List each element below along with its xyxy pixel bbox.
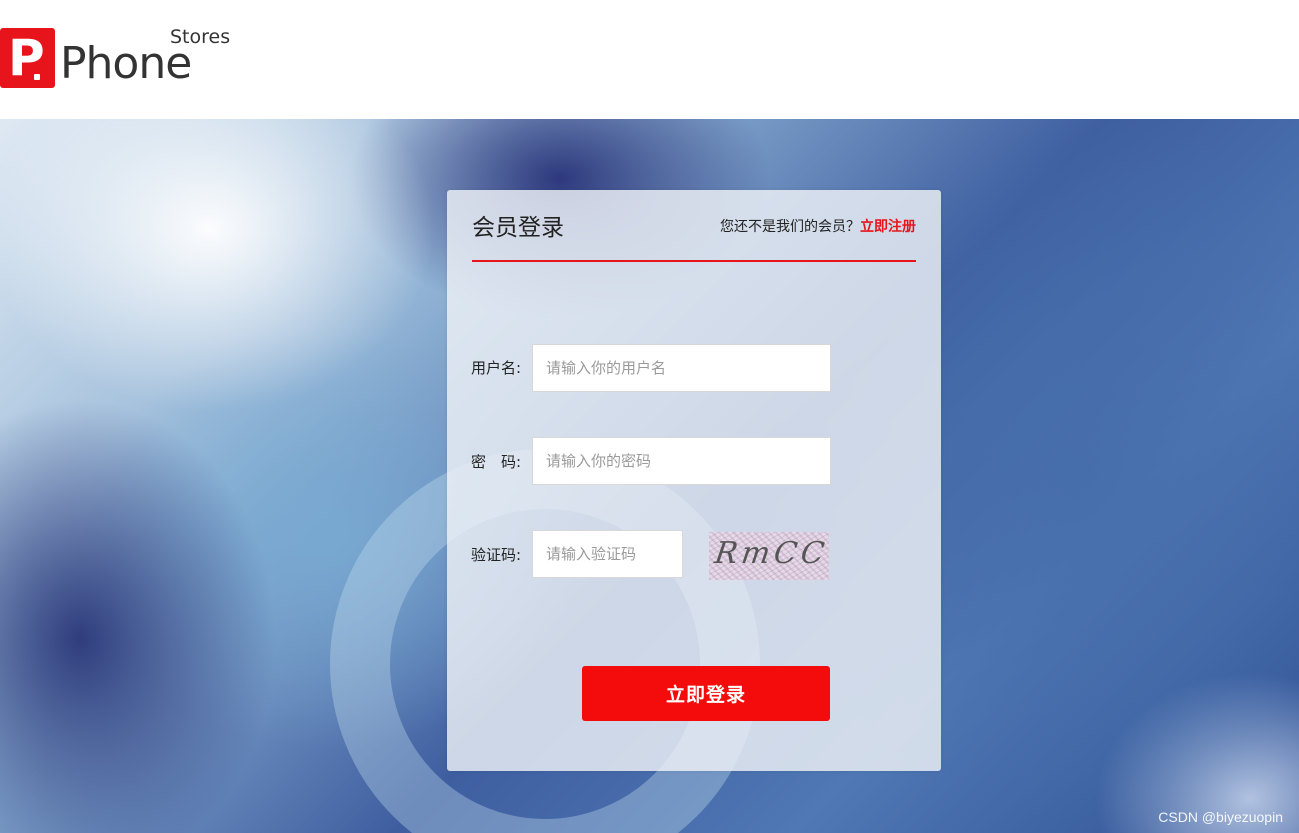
logo-mark-dot — [34, 74, 40, 80]
watermark: CSDN @biyezuopin — [1158, 809, 1283, 825]
login-panel: 会员登录 您还不是我们的会员？立即注册 用户名: 密 码: 验证码: RmCC … — [447, 190, 941, 771]
login-button[interactable]: 立即登录 — [582, 666, 830, 721]
register-prompt-text: 您还不是我们的会员？ — [720, 219, 860, 235]
captcha-text: RmCC — [712, 536, 829, 571]
username-label: 用户名: — [471, 359, 522, 377]
logo-mark-icon: P — [0, 28, 55, 88]
register-link[interactable]: 立即注册 — [860, 219, 916, 235]
phone-stores-logo[interactable]: P Phone Stores — [0, 24, 260, 94]
register-prompt: 您还不是我们的会员？立即注册 — [720, 216, 916, 236]
username-input[interactable] — [532, 344, 831, 392]
title-divider — [472, 260, 916, 262]
captcha-image[interactable]: RmCC — [709, 532, 829, 580]
password-label: 密 码: — [471, 453, 522, 471]
logo-subtitle: Stores — [170, 26, 231, 48]
captcha-label: 验证码: — [471, 546, 522, 564]
site-header: P Phone Stores — [0, 0, 1299, 119]
password-input[interactable] — [532, 437, 831, 485]
captcha-input[interactable] — [532, 530, 683, 578]
login-title: 会员登录 — [472, 215, 564, 241]
